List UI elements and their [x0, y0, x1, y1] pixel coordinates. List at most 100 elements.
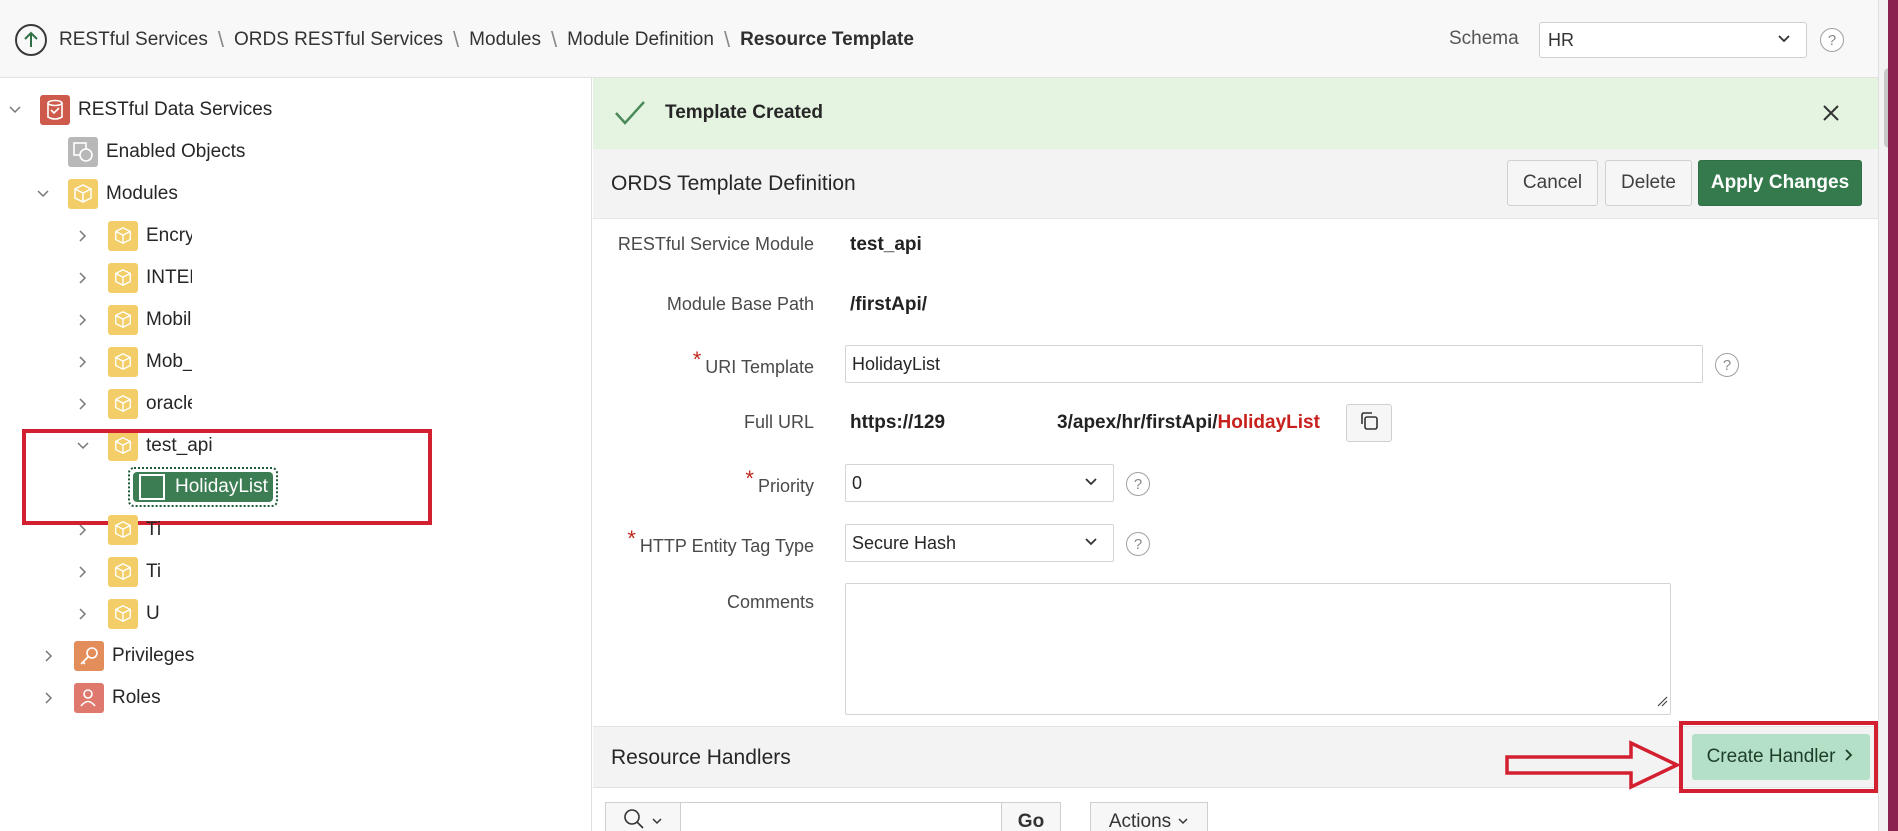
chevron-right-icon[interactable]: [76, 313, 90, 327]
comments-textarea[interactable]: [845, 583, 1671, 715]
chevron-right-icon[interactable]: [76, 565, 90, 579]
etag-label-text: HTTP Entity Tag Type: [639, 536, 814, 556]
etag-value: Secure Hash: [852, 533, 957, 553]
chevron-right-icon[interactable]: [76, 523, 90, 537]
required-marker: *: [627, 526, 636, 551]
tree-label-enabled-objects: Enabled Objects: [106, 141, 246, 162]
tree-node-modules[interactable]: Modules: [36, 178, 178, 210]
etag-select[interactable]: Secure Hash: [845, 524, 1114, 562]
tree-node-module[interactable]: Mobil: [76, 304, 192, 336]
chevron-right-icon[interactable]: [76, 607, 90, 621]
tree-node-module[interactable]: Ti: [76, 514, 160, 546]
highlight-box: [22, 429, 432, 525]
breadcrumb-separator: \: [551, 27, 558, 52]
region-header: ORDS Template Definition Cancel Delete A…: [593, 149, 1878, 219]
tree-label-root: RESTful Data Services: [78, 99, 273, 120]
tree-node-module[interactable]: Mob_: [76, 346, 192, 378]
database-icon: [40, 95, 70, 125]
module-label: RESTful Service Module: [617, 234, 814, 254]
breadcrumb-separator: \: [217, 27, 224, 52]
row-module: RESTful Service Module test_api: [593, 226, 1878, 266]
chevron-down-icon[interactable]: [8, 103, 22, 117]
redacted-area: [945, 412, 1058, 434]
chevron-right-icon[interactable]: [76, 397, 90, 411]
row-uri-template: * URI Template HolidayList ?: [593, 345, 1878, 385]
required-marker: *: [692, 347, 702, 372]
apply-changes-button[interactable]: Apply Changes: [1698, 160, 1862, 206]
module-icon: [108, 305, 138, 335]
priority-select[interactable]: 0: [845, 464, 1114, 502]
comments-label: Comments: [726, 592, 814, 612]
tree-node-module[interactable]: INTEF: [76, 262, 192, 294]
copy-icon: [1358, 410, 1380, 437]
tree-label-module: Encry: [146, 225, 192, 246]
priority-label-text: Priority: [757, 476, 814, 496]
tree-label-roles: Roles: [112, 687, 161, 708]
key-icon: [74, 641, 104, 671]
uri-template-input[interactable]: HolidayList: [845, 345, 1703, 383]
tree-node-module[interactable]: Ti: [76, 556, 160, 588]
tree-node-enabled-objects[interactable]: Enabled Objects: [36, 136, 245, 168]
chevron-down-icon[interactable]: [36, 187, 50, 201]
search-column-button[interactable]: [605, 802, 681, 831]
check-icon: [613, 98, 647, 133]
tree-label-modules: Modules: [106, 183, 178, 204]
help-icon[interactable]: ?: [1126, 532, 1150, 556]
priority-label: * Priority: [745, 466, 814, 498]
breadcrumb-module-definition[interactable]: Module Definition: [567, 29, 714, 51]
module-icon: [108, 347, 138, 377]
full-url-template: HolidayList: [1217, 412, 1320, 434]
required-marker: *: [745, 466, 754, 491]
cancel-button[interactable]: Cancel: [1507, 160, 1598, 206]
breadcrumb-current: Resource Template: [740, 29, 914, 50]
base-path-label: Module Base Path: [666, 294, 814, 314]
up-arrow-icon[interactable]: [15, 24, 47, 56]
success-alert: Template Created: [593, 78, 1878, 149]
chevron-right-icon[interactable]: [42, 649, 56, 663]
schema-select[interactable]: HR: [1539, 22, 1807, 58]
chevron-right-icon: [1843, 746, 1855, 768]
module-icon: [108, 221, 138, 251]
delete-button[interactable]: Delete: [1605, 160, 1692, 206]
go-button[interactable]: Go: [1001, 802, 1061, 831]
tree-node-module[interactable]: U: [76, 598, 160, 630]
resize-handle-icon[interactable]: [1656, 691, 1668, 712]
help-icon[interactable]: ?: [1820, 28, 1844, 52]
tree-label-module: Ti: [146, 519, 160, 540]
breadcrumb-bar: RESTful Services \ ORDS RESTful Services…: [0, 0, 1878, 78]
row-base-path: Module Base Path /firstApi/: [593, 286, 1878, 326]
tree-label-module: Mob_: [146, 351, 192, 372]
close-icon[interactable]: [1821, 103, 1841, 128]
modules-icon: [68, 179, 98, 209]
user-icon: [74, 683, 104, 713]
handler-search-bar: Go: [605, 802, 1065, 831]
tree-node-module[interactable]: oracle: [76, 388, 192, 420]
search-input[interactable]: [680, 802, 1002, 831]
chevron-right-icon[interactable]: [42, 691, 56, 705]
tree-label-module: oracle: [146, 393, 192, 414]
chevron-right-icon[interactable]: [76, 355, 90, 369]
full-url-value: https://129 3/apex/hr/firstApi/HolidayLis…: [850, 412, 1320, 434]
breadcrumb-modules[interactable]: Modules: [469, 29, 541, 51]
row-etag: * HTTP Entity Tag Type Secure Hash ?: [593, 524, 1878, 564]
window-edge: [1888, 0, 1898, 831]
uri-template-label-text: URI Template: [705, 357, 814, 377]
actions-menu-button[interactable]: Actions: [1090, 802, 1208, 831]
help-icon[interactable]: ?: [1126, 472, 1150, 496]
create-handler-button[interactable]: Create Handler: [1692, 734, 1870, 780]
tree-node-module[interactable]: Encry: [76, 220, 192, 252]
copy-button[interactable]: [1346, 404, 1392, 442]
chevron-right-icon[interactable]: [76, 271, 90, 285]
tree-node-root[interactable]: RESTful Data Services: [8, 94, 272, 126]
navigation-tree: RESTful Data Services Enabled Objects Mo…: [0, 78, 592, 831]
help-icon[interactable]: ?: [1715, 353, 1739, 377]
breadcrumb-restful-services[interactable]: RESTful Services: [59, 29, 208, 51]
module-icon: [108, 515, 138, 545]
resource-handlers-title: Resource Handlers: [611, 746, 791, 769]
tree-node-privileges[interactable]: Privileges: [42, 640, 194, 672]
chevron-right-icon[interactable]: [76, 229, 90, 243]
tree-node-roles[interactable]: Roles: [42, 682, 161, 714]
breadcrumb-ords-restful-services[interactable]: ORDS RESTful Services: [234, 29, 443, 51]
tree-label-privileges: Privileges: [112, 645, 195, 666]
module-icon: [108, 263, 138, 293]
